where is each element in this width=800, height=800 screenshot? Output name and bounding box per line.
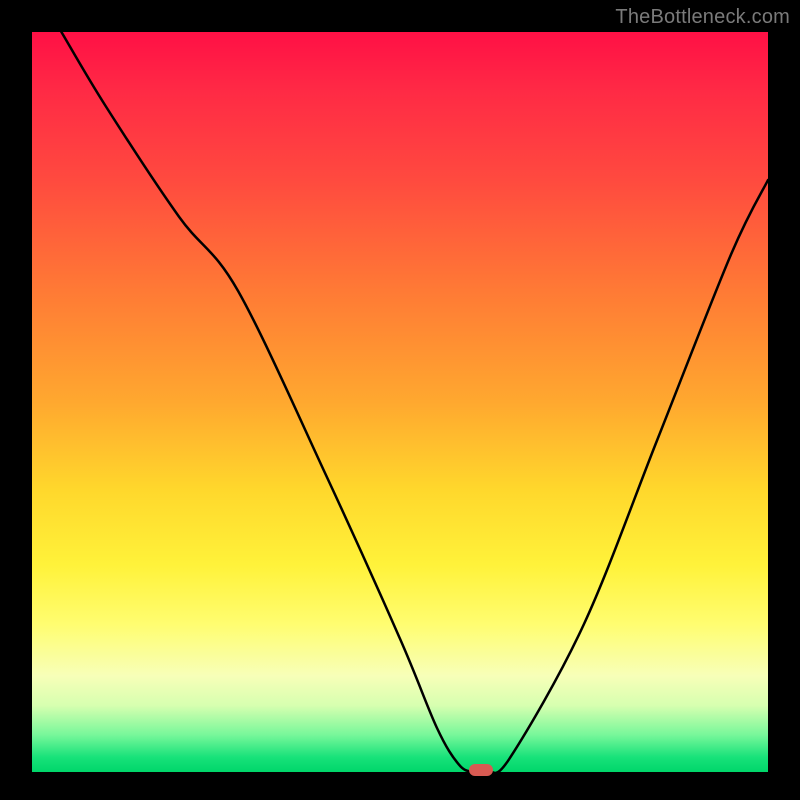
curve-svg <box>32 32 768 772</box>
plot-area <box>32 32 768 772</box>
chart-frame: TheBottleneck.com <box>0 0 800 800</box>
optimal-marker <box>469 764 493 776</box>
bottleneck-curve <box>61 32 768 772</box>
watermark-text: TheBottleneck.com <box>615 6 790 29</box>
